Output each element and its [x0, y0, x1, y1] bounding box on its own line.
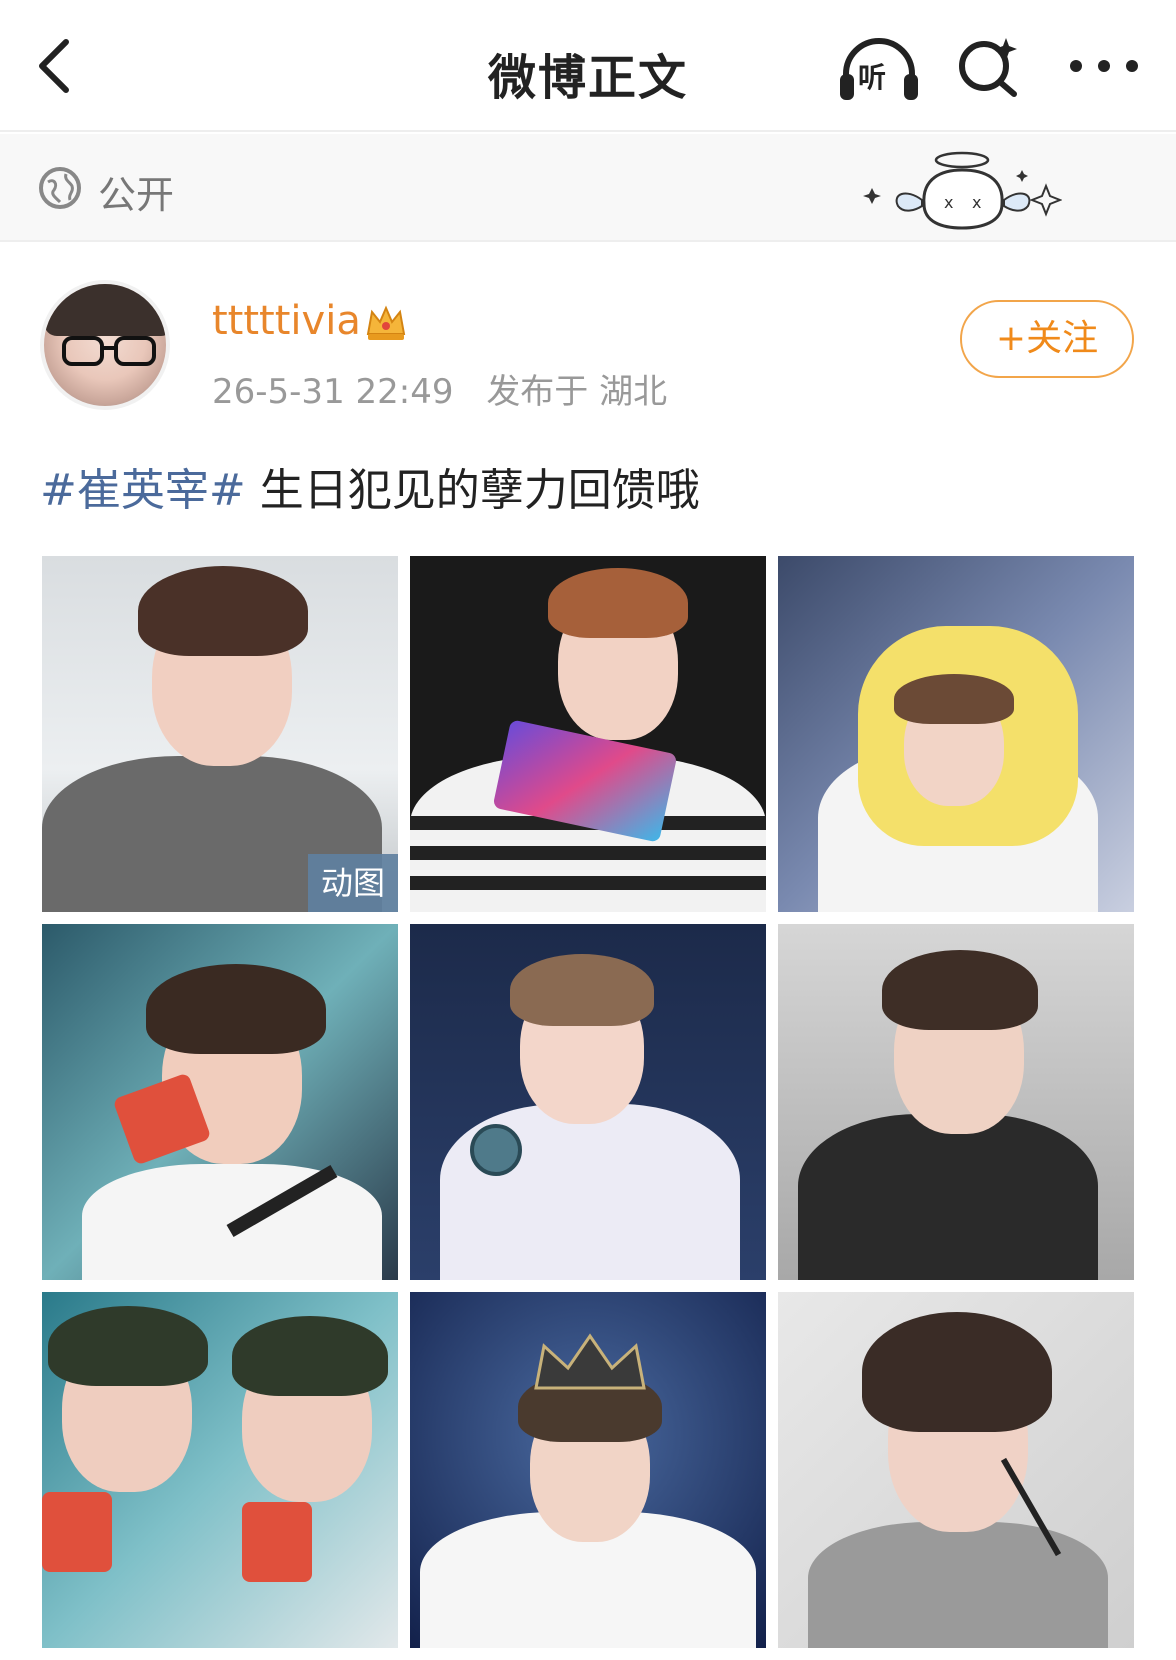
listen-button[interactable]: 听 [838, 34, 920, 104]
author-name[interactable]: tttttivia [212, 298, 361, 344]
image-2[interactable] [410, 556, 766, 912]
search-button[interactable] [956, 34, 1022, 100]
image-1[interactable]: 动图 [42, 556, 398, 912]
globe-icon [39, 167, 81, 209]
image-4[interactable] [42, 924, 398, 1280]
image-6[interactable] [778, 924, 1134, 1280]
search-sparkle-icon [959, 38, 1017, 97]
top-nav-bar: 微博正文 听 [0, 0, 1176, 132]
hashtag-link[interactable]: #崔英宰# [40, 465, 246, 516]
post-body: 生日犯见的孽力回馈哦 [245, 465, 700, 516]
image-3[interactable] [778, 556, 1134, 912]
author-avatar[interactable] [40, 280, 170, 410]
image-7[interactable] [42, 1292, 398, 1648]
image-9[interactable] [778, 1292, 1134, 1648]
photo-fan [470, 1124, 522, 1176]
photo-red-phone [42, 1492, 112, 1572]
image-8[interactable] [410, 1292, 766, 1648]
post-text: #崔英宰# 生日犯见的孽力回馈哦 [40, 454, 700, 518]
photo-red-phone [242, 1502, 312, 1582]
listen-label: 听 [858, 61, 887, 94]
post-time: 26-5-31 22:49 [212, 372, 454, 412]
gif-badge: 动图 [308, 854, 398, 912]
crown-prop-icon [534, 1333, 646, 1390]
post-meta: 26-5-31 22:49 发布于 湖北 [212, 364, 667, 413]
svg-text:x: x [944, 193, 953, 212]
follow-button[interactable]: +关注 [960, 300, 1134, 378]
more-options-button[interactable] [1066, 44, 1142, 88]
visibility-bar: 公开 x x [0, 134, 1176, 242]
avatar-hair [44, 284, 166, 336]
crown-icon [366, 305, 406, 340]
avatar-glasses [62, 336, 156, 366]
angel-decoration-icon: x x [863, 151, 1062, 230]
image-5[interactable] [410, 924, 766, 1280]
svg-text:x: x [972, 193, 981, 212]
post-location: 发布于 湖北 [486, 372, 668, 412]
more-dots-icon [1070, 60, 1138, 72]
image-grid: 动图 [42, 556, 1136, 1660]
visibility-label: 公开 [98, 173, 175, 217]
